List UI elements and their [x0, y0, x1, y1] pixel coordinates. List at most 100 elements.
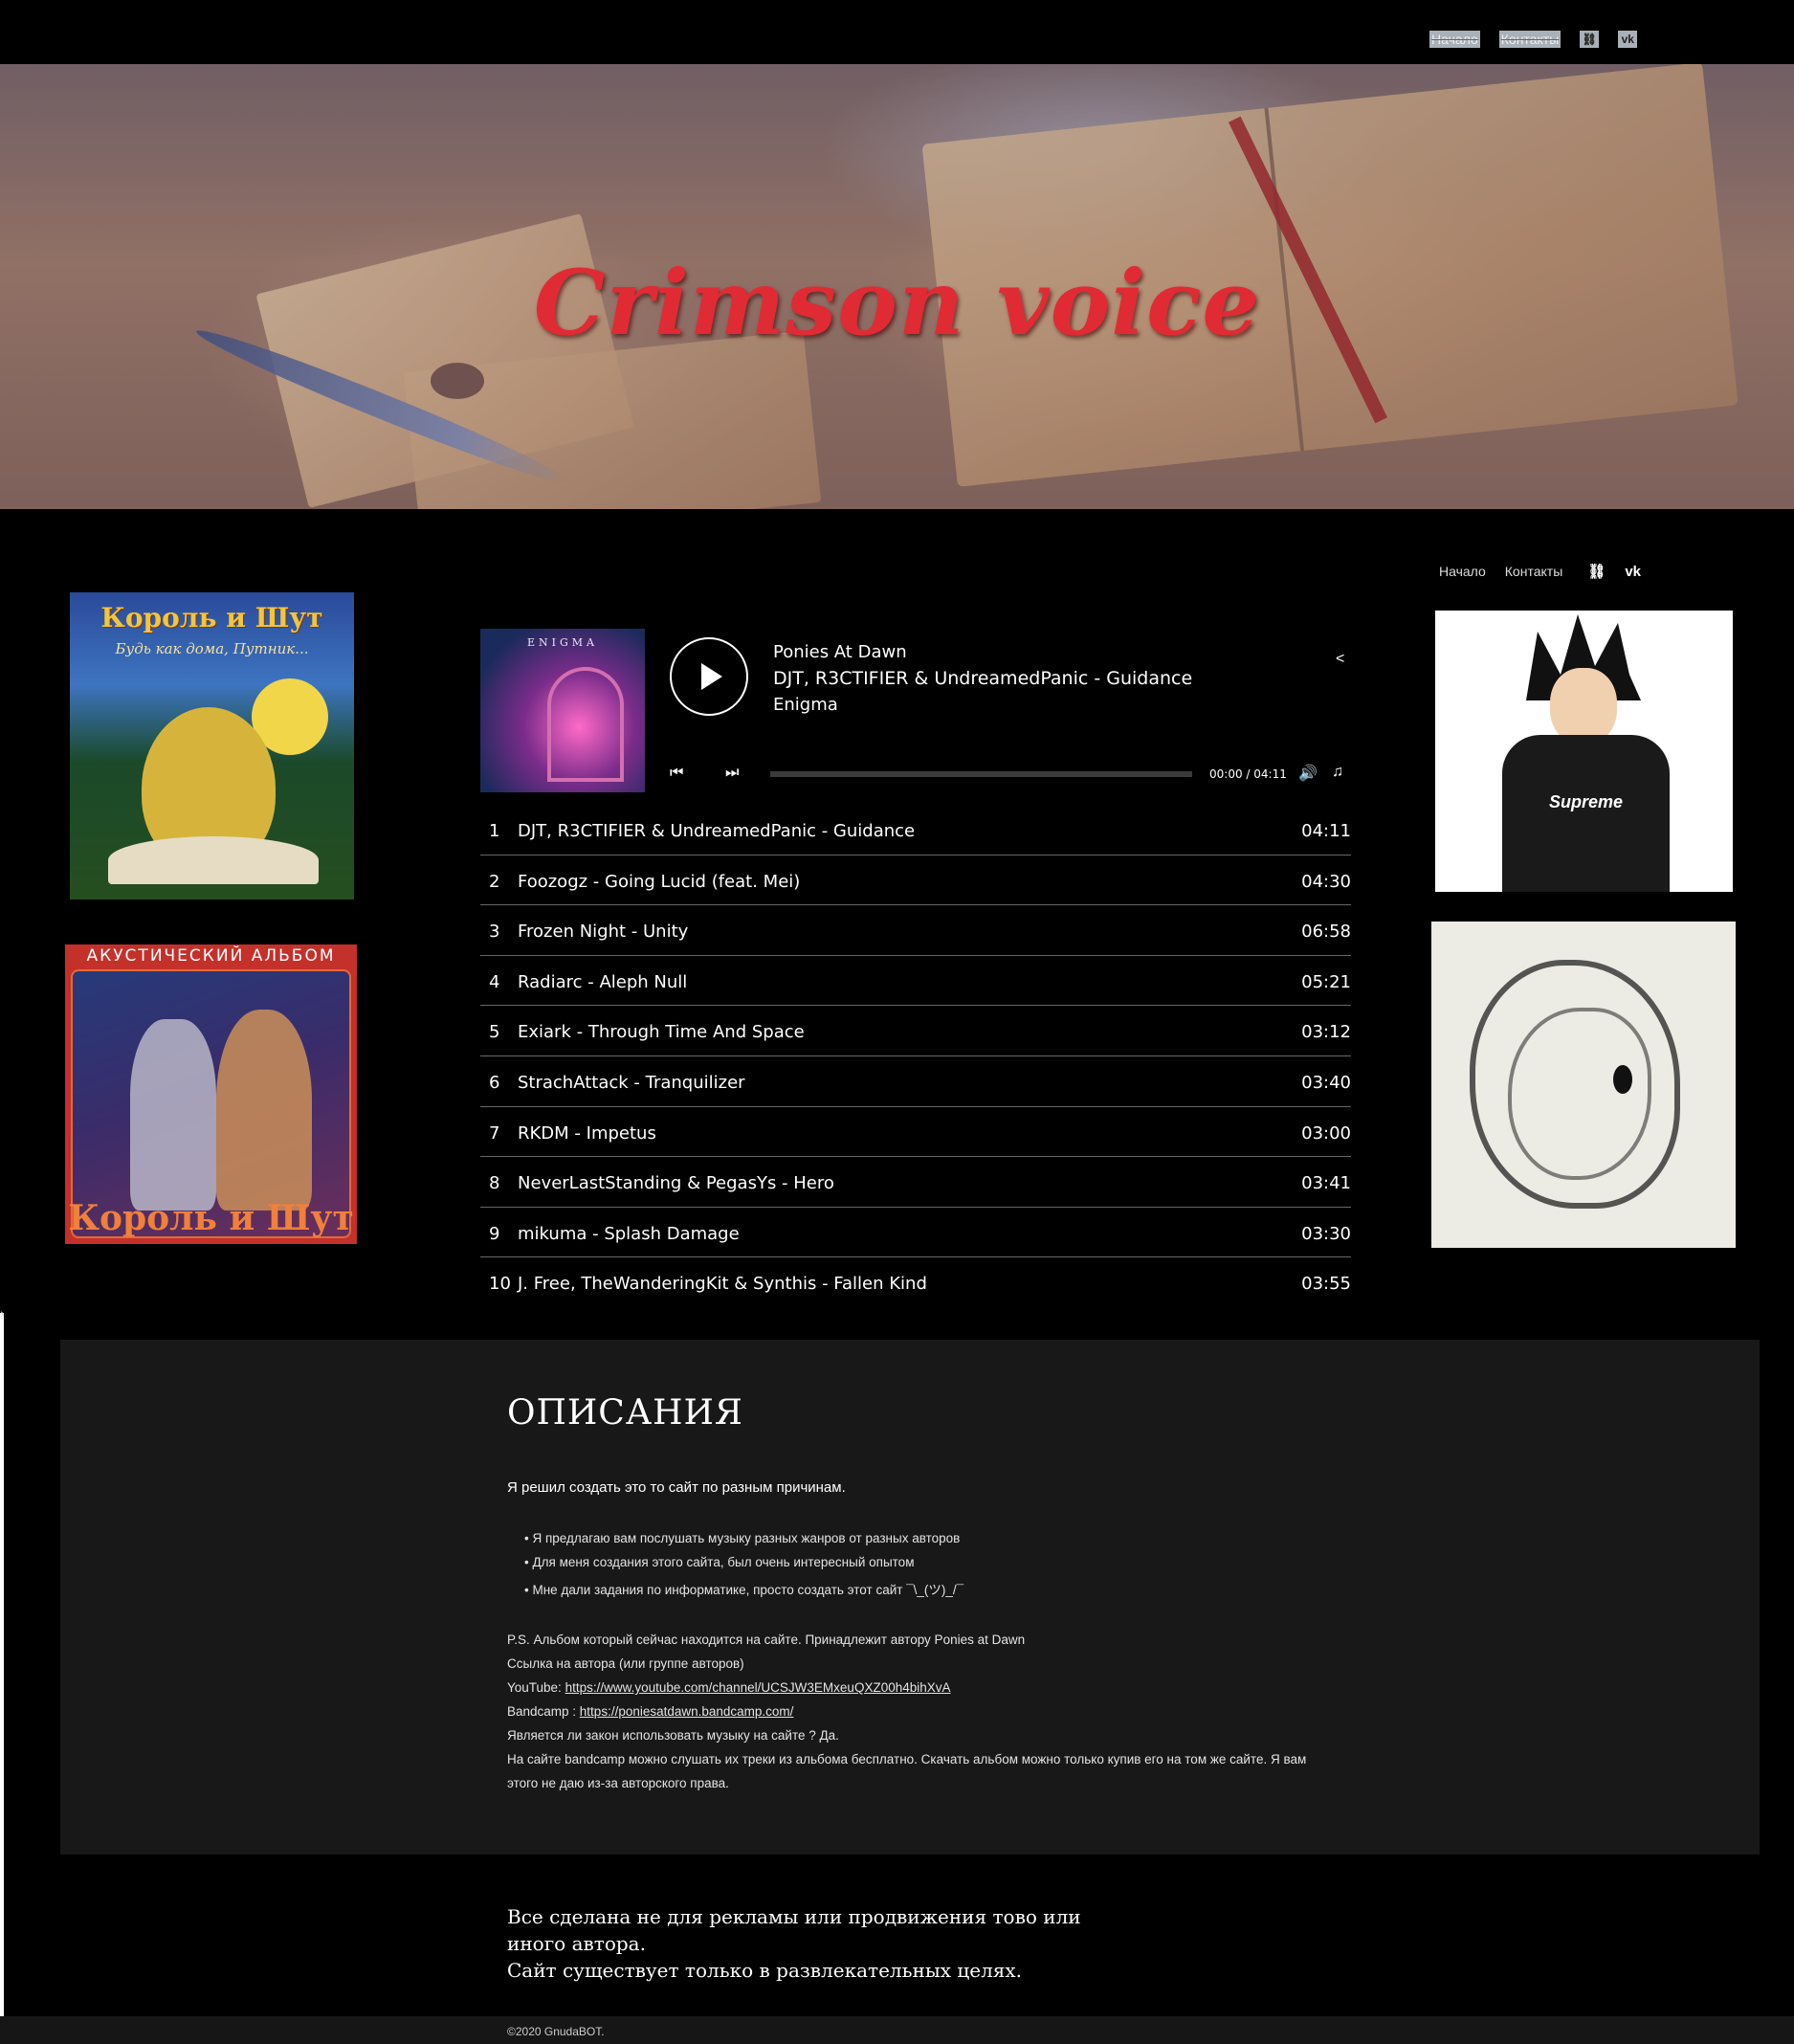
side-edge-tab[interactable] [0, 1305, 5, 2044]
legal-answer: На сайте bandcamp можно слушать их треки… [507, 1752, 1307, 1790]
cover-book [108, 836, 319, 884]
list-item: Для меня создания этого сайта, был очень… [524, 1555, 963, 1579]
track-title: RKDM - Impetus [518, 1122, 656, 1144]
closing-line-2: Сайт существует только в развлекательных… [507, 1959, 1023, 1982]
share-icon[interactable]: < [1336, 651, 1344, 668]
description-details: P.S. Альбом который сейчас находится на … [507, 1628, 1330, 1795]
track-number: 2 [489, 871, 500, 892]
play-button[interactable] [670, 637, 748, 716]
closing-text: Все сделана не для рекламы или продвижен… [507, 1903, 1100, 1984]
player-artist: Ponies At Dawn [773, 642, 907, 662]
track-duration: 03:55 [1301, 1274, 1351, 1295]
nav-contacts-link[interactable]: Контакты [1498, 31, 1561, 48]
image-goku-supreme[interactable] [1435, 611, 1733, 892]
track-row[interactable]: 8 NeverLastStanding & PegasYs - Hero 03:41 [480, 1157, 1351, 1208]
previous-icon[interactable]: ⏮ [670, 765, 683, 782]
album-cover-acoustic[interactable]: АКУСТИЧЕСКИЙ АЛЬБОМ Король и Шут [65, 944, 357, 1244]
track-duration: 03:30 [1301, 1223, 1351, 1244]
track-duration: 03:41 [1301, 1173, 1351, 1194]
track-number: 3 [489, 922, 500, 943]
copyright: ©2020 GnudaBOT. [507, 2025, 605, 2038]
description-list: Я предлагаю вам послушать музыку разных … [524, 1531, 963, 1603]
playlist-icon[interactable]: ♫ [1332, 764, 1343, 781]
top-nav: Начало Контакты ⛓ vk [1429, 31, 1638, 48]
track-row[interactable]: 6 StrachAttack - Tranquilizer 03:40 [480, 1056, 1351, 1107]
album-cover-korol-i-shut[interactable]: Король и Шут Будь как дома, Путник... [70, 592, 354, 900]
player-time: 00:00 / 04:11 [1209, 767, 1287, 781]
link-icon[interactable]: ⛓ [1580, 31, 1600, 48]
track-number: 8 [489, 1173, 500, 1194]
track-duration: 06:58 [1301, 922, 1351, 943]
author-link-line: Ссылка на автора (или группе авторов) [507, 1656, 744, 1671]
link-icon[interactable]: ⛓ [1587, 563, 1606, 580]
track-row[interactable]: 3 Frozen Night - Unity 06:58 [480, 905, 1351, 956]
description-intro: Я решил создать это то сайт по разным пр… [507, 1479, 846, 1496]
volume-icon[interactable]: 🔊 [1298, 764, 1318, 783]
nav-home-link[interactable]: Начало [1429, 31, 1480, 48]
track-row[interactable]: 4 Radiarc - Aleph Null 05:21 [480, 956, 1351, 1007]
subnav-home-link[interactable]: Начало [1439, 564, 1486, 579]
track-duration: 03:40 [1301, 1072, 1351, 1093]
bandcamp-line: Bandcamp : https://poniesatdawn.bandcamp… [507, 1700, 1330, 1723]
character-jacket [1502, 735, 1670, 892]
track-number: 1 [489, 821, 500, 841]
track-row[interactable]: 5 Exiark - Through Time And Space 03:12 [480, 1006, 1351, 1056]
site-title: Crimson voice [533, 251, 1261, 356]
album-art-arch [547, 667, 624, 782]
subnav-contacts-link[interactable]: Контакты [1505, 564, 1562, 579]
ps-line: P.S. Альбом который сейчас находится на … [507, 1633, 1026, 1647]
track-row[interactable]: 7 RKDM - Impetus 03:00 [480, 1107, 1351, 1158]
track-title: NeverLastStanding & PegasYs - Hero [518, 1173, 834, 1194]
hero-banner: Crimson voice [0, 64, 1794, 509]
track-title: Radiarc - Aleph Null [518, 971, 688, 992]
track-number: 4 [489, 971, 500, 992]
track-number: 5 [489, 1022, 500, 1043]
secondary-nav: Начало Контакты ⛓ vk [1439, 563, 1641, 581]
top-bar: Начало Контакты ⛓ vk [0, 0, 1794, 64]
vk-icon[interactable]: vk [1625, 564, 1641, 580]
cover-subtitle: Будь как дома, Путник... [115, 640, 309, 657]
track-duration: 03:12 [1301, 1022, 1351, 1043]
bandcamp-link[interactable]: https://poniesatdawn.bandcamp.com/ [580, 1704, 794, 1719]
youtube-line: YouTube: https://www.youtube.com/channel… [507, 1676, 1330, 1700]
album-art-label: ENIGMA [527, 636, 598, 649]
list-item: Я предлагаю вам послушать музыку разных … [524, 1531, 963, 1555]
sketch-eye [1613, 1065, 1632, 1094]
track-number: 9 [489, 1223, 500, 1244]
track-duration: 04:11 [1301, 821, 1351, 841]
track-title: Foozogz - Going Lucid (feat. Mei) [518, 871, 801, 892]
track-title: Frozen Night - Unity [518, 922, 689, 943]
closing-line-1: Все сделана не для рекламы или продвижен… [507, 1905, 1081, 1955]
youtube-label: YouTube: [507, 1680, 565, 1695]
track-list: 1 DJT, R3CTIFIER & UndreamedPanic - Guida… [480, 805, 1351, 1308]
list-item: Мне дали задания по информатике, просто … [524, 1579, 963, 1603]
track-number: 7 [489, 1122, 500, 1144]
player-album: Enigma [773, 695, 838, 715]
vk-icon[interactable]: vk [1618, 31, 1638, 48]
image-sketch-portrait[interactable] [1431, 922, 1736, 1248]
character-head [1550, 668, 1617, 744]
progress-bar[interactable] [770, 771, 1192, 777]
cover-figure [130, 1019, 216, 1211]
track-title: J. Free, TheWanderingKit & Synthis - Fal… [518, 1274, 927, 1295]
cover-title: Король и Шут [100, 602, 323, 633]
footer: ©2020 GnudaBOT. [0, 2016, 1794, 2044]
track-title: Exiark - Through Time And Space [518, 1022, 805, 1043]
track-row[interactable]: 10 J. Free, TheWanderingKit & Synthis - F… [480, 1257, 1351, 1308]
track-duration: 05:21 [1301, 971, 1351, 992]
play-icon [701, 663, 722, 690]
youtube-link[interactable]: https://www.youtube.com/channel/UCSJW3EM… [565, 1680, 951, 1695]
track-row[interactable]: 9 mikuma - Splash Damage 03:30 [480, 1208, 1351, 1258]
track-title: DJT, R3CTIFIER & UndreamedPanic - Guidan… [518, 821, 916, 841]
legal-question: Является ли закон использовать музыку на… [507, 1728, 839, 1743]
next-icon[interactable]: ⏭ [725, 765, 739, 782]
cover-figure [216, 1010, 312, 1211]
track-number: 10 [489, 1274, 511, 1295]
track-title: mikuma - Splash Damage [518, 1223, 740, 1244]
track-row[interactable]: 1 DJT, R3CTIFIER & UndreamedPanic - Guida… [480, 805, 1351, 855]
bandcamp-label: Bandcamp : [507, 1704, 580, 1719]
sketch-stroke [1508, 1008, 1651, 1180]
player-album-art: ENIGMA [480, 629, 645, 792]
track-number: 6 [489, 1072, 500, 1093]
track-row[interactable]: 2 Foozogz - Going Lucid (feat. Mei) 04:30 [480, 855, 1351, 906]
